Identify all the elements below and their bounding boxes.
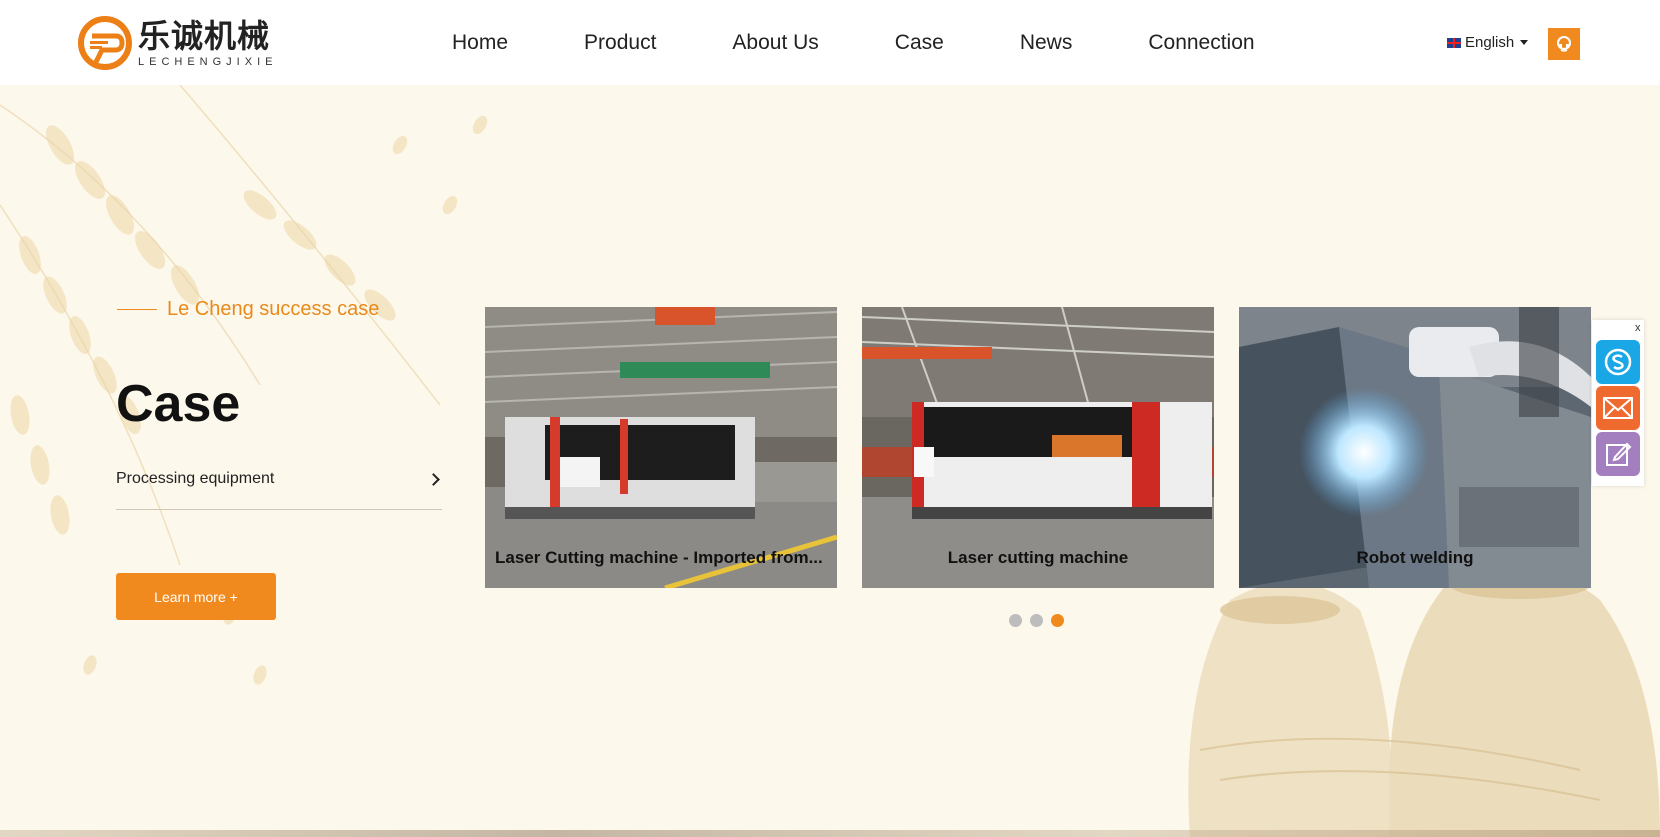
case-card-laser-imported[interactable]: Laser Cutting machine - Imported from... bbox=[485, 307, 837, 588]
card-caption: Robot welding bbox=[1356, 548, 1474, 567]
nav-case[interactable]: Case bbox=[895, 28, 944, 58]
email-button[interactable] bbox=[1596, 386, 1640, 430]
site-header: 乐诚机械 LECHENGJIXIE Home Product About Us … bbox=[0, 0, 1660, 85]
category-link[interactable]: Processing equipment bbox=[116, 470, 442, 510]
nav-product[interactable]: Product bbox=[584, 28, 656, 58]
card-caption: Laser cutting machine bbox=[947, 548, 1129, 567]
nav-home[interactable]: Home bbox=[452, 28, 508, 58]
skype-button[interactable] bbox=[1596, 340, 1640, 384]
learn-more-button[interactable]: Learn more + bbox=[116, 573, 276, 620]
nav-news[interactable]: News bbox=[1020, 28, 1073, 58]
close-icon[interactable]: x bbox=[1635, 322, 1641, 334]
page-title: Case bbox=[116, 375, 241, 433]
uk-flag-icon bbox=[1447, 37, 1461, 48]
bottom-divider bbox=[0, 830, 1660, 837]
case-photo-laser-cutting bbox=[862, 307, 1214, 588]
nav-about-us[interactable]: About Us bbox=[732, 28, 818, 58]
edit-icon bbox=[1606, 442, 1632, 466]
carousel-dots bbox=[1009, 614, 1072, 627]
logo-english: LECHENGJIXIE bbox=[138, 56, 278, 68]
language-label: English bbox=[1465, 34, 1515, 51]
logo-chinese: 乐诚机械 bbox=[138, 17, 271, 55]
case-card-laser-cutting[interactable]: Laser cutting machine bbox=[862, 307, 1214, 588]
main-nav: Home Product About Us Case News Connecti… bbox=[452, 28, 1255, 58]
case-photo-robot-welding bbox=[1239, 307, 1591, 588]
chevron-right-icon bbox=[427, 473, 440, 486]
message-button[interactable] bbox=[1596, 432, 1640, 476]
floating-contact-bar bbox=[1592, 320, 1644, 486]
carousel-dot-active[interactable] bbox=[1051, 614, 1064, 627]
carousel-dot[interactable] bbox=[1030, 614, 1043, 627]
mail-icon bbox=[1603, 397, 1633, 419]
carousel-dot[interactable] bbox=[1009, 614, 1022, 627]
language-selector[interactable]: English bbox=[1447, 34, 1529, 51]
nav-connection[interactable]: Connection bbox=[1148, 28, 1254, 58]
user-button[interactable] bbox=[1548, 28, 1580, 60]
subtitle-text: Le Cheng success case bbox=[167, 298, 380, 320]
caret-down-icon bbox=[1520, 40, 1529, 45]
logo-mark-icon bbox=[78, 16, 132, 70]
card-caption: Laser Cutting machine - Imported from... bbox=[495, 548, 823, 567]
case-photo-laser-imported bbox=[485, 307, 837, 588]
skype-icon bbox=[1604, 348, 1632, 376]
logo[interactable]: 乐诚机械 LECHENGJIXIE bbox=[78, 14, 288, 72]
category-label: Processing equipment bbox=[116, 470, 275, 487]
section-subtitle: Le Cheng success case bbox=[117, 298, 379, 321]
case-card-robot-welding[interactable]: Robot welding bbox=[1239, 307, 1591, 588]
user-icon bbox=[1557, 36, 1571, 52]
